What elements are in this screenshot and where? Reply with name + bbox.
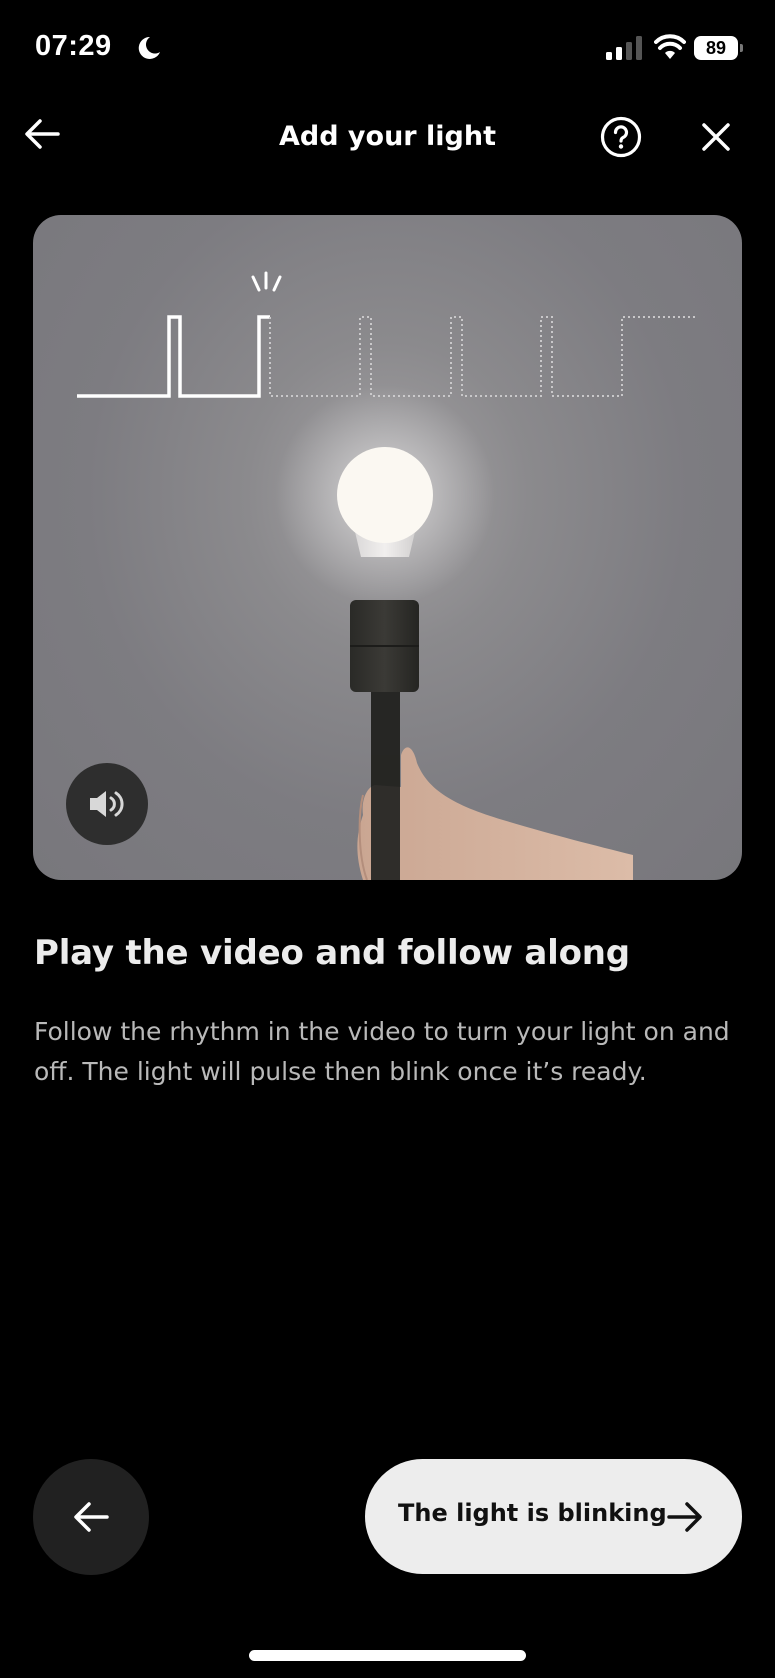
waveform-remaining (269, 316, 697, 397)
light-is-blinking-button[interactable]: The light is blinking (365, 1459, 742, 1574)
status-time: 07:29 (35, 30, 112, 62)
close-button[interactable] (698, 119, 734, 155)
waveform-completed (77, 315, 270, 398)
signal-bar (606, 52, 612, 60)
instruction-video[interactable] (33, 215, 742, 880)
rhythm-waveform (77, 271, 697, 398)
home-indicator[interactable] (249, 1650, 526, 1661)
previous-step-button[interactable] (33, 1459, 149, 1575)
wifi-icon (654, 34, 686, 59)
battery-tip (740, 44, 743, 52)
arrow-right-icon (667, 1502, 702, 1532)
signal-bar (636, 36, 642, 60)
sparkle-icon (251, 271, 282, 292)
sound-toggle-button[interactable] (66, 763, 148, 845)
help-button[interactable] (600, 116, 642, 158)
signal-bar (626, 42, 632, 60)
close-icon (702, 123, 730, 151)
page-title: Add your light (278, 121, 496, 152)
step-description: Follow the rhythm in the video to turn y… (34, 1017, 730, 1086)
step-heading: Play the video and follow along (34, 933, 630, 973)
speaker-icon (90, 791, 124, 817)
primary-button-label: The light is blinking (398, 1499, 667, 1527)
signal-bar (616, 47, 622, 60)
battery-indicator: 89 (694, 36, 744, 60)
signal-icon (606, 36, 642, 60)
lamp-illustration (275, 385, 633, 880)
moon-icon (138, 36, 160, 59)
help-circle-icon (600, 116, 642, 158)
battery-level: 89 (694, 36, 738, 60)
arrow-left-icon (74, 1502, 109, 1532)
